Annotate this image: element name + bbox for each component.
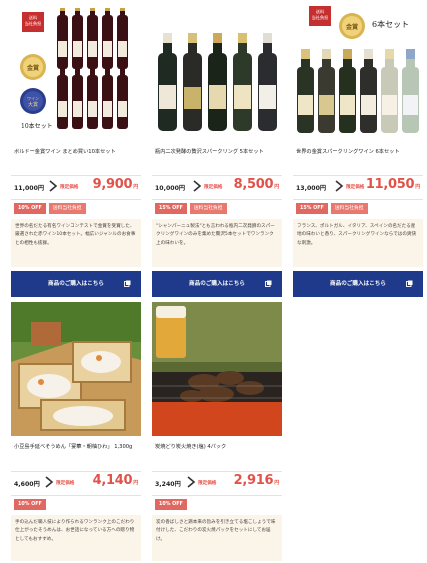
divider: [293, 199, 423, 200]
chevron-right-icon: [49, 180, 58, 192]
original-price: 3,240円: [155, 481, 181, 488]
svg-text:ワイン: ワイン: [27, 96, 39, 101]
special-price: 4,140円: [92, 473, 139, 488]
special-price-label: 限定価格: [56, 481, 75, 486]
external-link-icon: [406, 280, 413, 287]
yen-unit: 円: [415, 184, 420, 190]
original-price: 4,600円: [14, 481, 40, 488]
chevron-right-icon: [45, 476, 54, 488]
purchase-button-label: 商品のご購入はこちら: [330, 281, 386, 287]
divider: [293, 175, 423, 176]
special-price-label: 限定価格: [198, 481, 217, 486]
discount-badge: 10% OFF: [14, 499, 46, 510]
price-row: 3,240円 限定価格 2,916円: [155, 473, 281, 493]
price-row: 11,000円 限定価格 9,900円: [14, 177, 140, 197]
special-price-value: 11,050: [365, 177, 415, 192]
discount-badge: 15% OFF: [155, 203, 187, 214]
original-price: 13,000円: [296, 185, 327, 192]
special-price-value: 2,916: [233, 473, 274, 488]
yen-unit: 円: [274, 184, 279, 190]
shipping-badge: 送料当社負担: [48, 203, 86, 214]
product-image[interactable]: [152, 302, 282, 436]
special-price-value: 9,900: [92, 177, 133, 192]
set-count-label: 10本セット: [21, 123, 53, 130]
gold-medal-label: 金賞: [345, 24, 358, 31]
badge-row: 10% OFF 送料当社負担: [14, 203, 89, 215]
product-card[interactable]: 送料 当社負担 金賞 6本セット 世界の金賞スパークリングワイン 6本セット 13…: [293, 5, 423, 297]
shipping-badge: 送料当社負担: [189, 203, 227, 214]
special-price: 2,916円: [233, 473, 280, 488]
product-name[interactable]: 瓶内二次発酵の贅沢スパークリング 5本セット: [155, 148, 281, 156]
product-description: フランス、ポルトガル、イタリア、スペインの名だたる産地の味わいと香り、スパークリ…: [293, 219, 423, 267]
product-card[interactable]: ワイン 大賞 送料 当社負担 金賞 10本セット ボルドー金賞ワイン まとめ買い1…: [11, 5, 141, 297]
badge-row: 15% OFF 送料当社負担: [155, 203, 230, 215]
shipping-badge: 送料当社負担: [330, 203, 368, 214]
original-price: 11,000円: [14, 185, 45, 192]
chevron-right-icon: [193, 180, 202, 192]
product-card[interactable]: 小豆島手延べそうめん「宴華・朝柚ひわ」 1,300g 4,600円 限定価格 4…: [11, 302, 141, 561]
price-row: 4,600円 限定価格 4,140円: [14, 473, 140, 493]
free-shipping-stamp: 送料 当社負担: [22, 12, 44, 32]
purchase-button[interactable]: 商品のご購入はこちら: [11, 271, 141, 297]
purchase-button[interactable]: 商品のご購入はこちら: [152, 271, 282, 297]
badge-row: 15% OFF 送料当社負担: [296, 203, 371, 215]
yen-unit: 円: [133, 184, 138, 190]
product-image[interactable]: ワイン 大賞 送料 当社負担 金賞 10本セット: [11, 5, 141, 141]
product-name[interactable]: 世界の金賞スパークリングワイン 6本セット: [296, 148, 422, 156]
product-name[interactable]: 小豆島手延べそうめん「宴華・朝柚ひわ」 1,300g: [14, 443, 140, 451]
product-name[interactable]: ボルドー金賞ワイン まとめ買い10本セット: [14, 148, 140, 156]
yen-unit: 円: [133, 480, 138, 486]
gold-medal-label: 金賞: [26, 65, 39, 72]
product-image[interactable]: 送料 当社負担 金賞 6本セット: [293, 5, 423, 141]
chevron-right-icon: [187, 476, 196, 488]
special-price-value: 8,500: [233, 177, 274, 192]
purchase-button[interactable]: 商品のご購入はこちら: [293, 271, 423, 297]
badge-row: 10% OFF: [14, 499, 49, 511]
price-row: 10,000円 限定価格 8,500円: [155, 177, 281, 197]
discount-badge: 15% OFF: [296, 203, 328, 214]
sparkling-bottles-image: [152, 5, 282, 141]
product-description: 手の込んだ職人技により作られるワンランク上のこだわり仕上がったそうめんは、お世話…: [11, 515, 141, 561]
divider: [152, 199, 282, 200]
discount-badge: 10% OFF: [155, 499, 187, 510]
product-description: 世界の名だたる有名ワインコンテストで金賞を受賞した、厳選された赤ワイン10本セッ…: [11, 219, 141, 267]
product-description: "シャンパーニュ製法"とも言われる瓶内二次発酵のスパークリングワインのみを集めた…: [152, 219, 282, 267]
divider: [152, 175, 282, 176]
set-count-label: 6本セット: [372, 20, 410, 29]
grilled-chicken-image: [152, 302, 282, 436]
divider: [11, 471, 141, 472]
original-price: 10,000円: [155, 185, 186, 192]
divider: [152, 471, 282, 472]
somen-noodles-image: [11, 302, 141, 436]
discount-badge: 10% OFF: [14, 203, 46, 214]
external-link-icon: [124, 280, 131, 287]
divider: [11, 175, 141, 176]
svg-text:大賞: 大賞: [28, 101, 38, 108]
special-price: 11,050円: [366, 177, 420, 192]
special-price-label: 限定価格: [204, 185, 223, 190]
special-price: 9,900円: [92, 177, 139, 192]
special-price-value: 4,140: [92, 473, 133, 488]
special-price-label: 限定価格: [346, 185, 365, 190]
divider: [11, 199, 141, 200]
product-card[interactable]: 瓶内二次発酵の贅沢スパークリング 5本セット 10,000円 限定価格 8,50…: [152, 5, 282, 297]
product-image[interactable]: [11, 302, 141, 436]
product-name[interactable]: 炭焼どり炭火焼き(塩) 4パック: [155, 443, 281, 451]
price-row: 13,000円 限定価格 11,050円: [296, 177, 422, 197]
product-card[interactable]: 炭焼どり炭火焼き(塩) 4パック 3,240円 限定価格 2,916円 10% …: [152, 302, 282, 561]
free-shipping-stamp: 送料 当社負担: [309, 6, 331, 26]
divider: [11, 495, 141, 496]
chevron-right-icon: [335, 180, 344, 192]
purchase-button-label: 商品のご購入はこちら: [189, 281, 245, 287]
external-link-icon: [265, 280, 272, 287]
special-price: 8,500円: [233, 177, 280, 192]
special-price-label: 限定価格: [60, 185, 79, 190]
badge-row: 10% OFF: [155, 499, 190, 511]
product-image[interactable]: [152, 5, 282, 141]
product-grid: ワイン 大賞 送料 当社負担 金賞 10本セット ボルドー金賞ワイン まとめ買い1…: [0, 0, 427, 563]
purchase-button-label: 商品のご購入はこちら: [48, 281, 104, 287]
product-description: 炭の香ばしさと鶏本来の旨みを引き立てる塩こしょうで味付けした、こだわりの炭火焼パ…: [152, 515, 282, 561]
divider: [152, 495, 282, 496]
yen-unit: 円: [274, 480, 279, 486]
